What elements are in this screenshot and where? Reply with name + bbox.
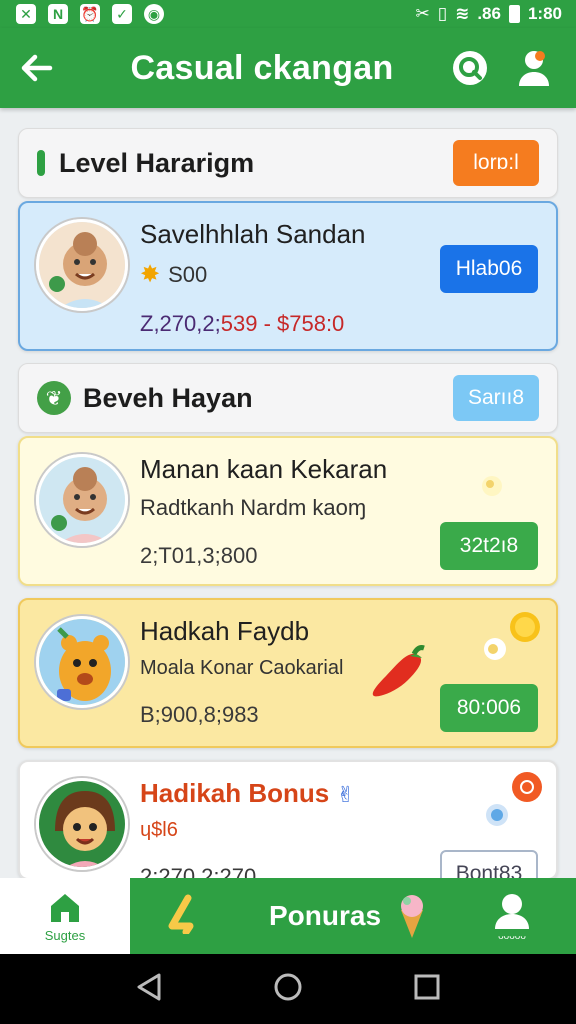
system-nav-bar <box>0 954 576 1024</box>
stats-left: Z,270,2; <box>140 311 221 336</box>
puzzle-icon: ✸ <box>140 261 161 288</box>
app-bar: Casual ckangan <box>0 28 576 108</box>
mute-icon: ✂ <box>415 4 430 23</box>
signal-text: .86 <box>477 4 501 23</box>
nav-bonus-label: Ponuras <box>268 900 382 931</box>
item-title-text: Hadikah Bonus <box>140 778 330 808</box>
alarm-icon: ⏰ <box>80 4 100 24</box>
lightning-icon[interactable] <box>166 894 206 939</box>
globe-icon: ◉ <box>144 4 164 24</box>
item-title: Hadikah Bonus ✌ <box>140 778 540 809</box>
item-stats: Z,270,2;539 - $758:0 <box>140 311 540 337</box>
ice-cream-icon <box>401 895 424 938</box>
avatar <box>36 616 128 708</box>
section-title: Level Hararigm <box>59 147 255 178</box>
sparkle-icon <box>482 636 508 667</box>
square-recents-icon <box>414 974 440 999</box>
x-box-icon: ✕ <box>16 4 36 24</box>
triangle-back-icon <box>137 973 161 1000</box>
item-action-button[interactable]: Hlab06 <box>440 245 538 293</box>
nav-recents-button[interactable] <box>413 973 441 1006</box>
list-item[interactable]: Savelhhlah Sandan ✸ S00 Z,270,2;539 - $7… <box>18 201 558 351</box>
item-action-button[interactable]: 32t2ı8 <box>440 522 538 570</box>
circle-home-icon <box>274 973 302 1000</box>
coin-icon <box>508 610 542 649</box>
battery-icon <box>508 5 520 23</box>
search-button[interactable] <box>450 48 490 88</box>
coin-value: S00 <box>168 261 208 287</box>
avatar <box>36 454 128 546</box>
nav-home-label: Sugtes <box>44 927 86 943</box>
system-indicators: ✂ ▯ ≋ .86 1:80 <box>415 4 562 24</box>
nav-bonus[interactable]: Ponuras <box>269 892 429 940</box>
section-marker <box>37 150 45 176</box>
nav-profile[interactable]: ᴗᴗᴗᴗᴗ <box>492 891 532 942</box>
back-button[interactable] <box>0 28 74 108</box>
profile-button[interactable] <box>514 48 554 88</box>
thumbs-icon: ✌ <box>336 782 355 807</box>
back-arrow-icon <box>21 54 53 82</box>
clock: 1:80 <box>527 4 562 23</box>
item-title: Hadkah Faydb <box>140 616 310 646</box>
nav-back-button[interactable] <box>135 972 163 1007</box>
check-badge-icon <box>484 802 510 833</box>
app-title: Casual ckangan <box>130 48 394 87</box>
avatar <box>36 778 128 870</box>
notification-bubble-icon <box>510 770 544 809</box>
nav-home[interactable]: Sugtes <box>0 878 130 954</box>
shield-icon: ✓ <box>112 4 132 24</box>
section-badge[interactable]: Sarıı8 <box>453 375 539 421</box>
phone-icon: ▯ <box>437 4 448 23</box>
sparkle-icon <box>478 472 506 505</box>
status-bar: ✕ N ⏰ ✓ ◉ ✂ ▯ ≋ .86 1:80 <box>0 0 576 28</box>
wifi-icon: ≋ <box>455 4 470 23</box>
list-item[interactable]: Hadikah Bonus ✌ ɥ$l6 2;270,2;270 Bont83 <box>18 760 558 898</box>
n-box-icon: N <box>48 4 68 24</box>
content-list: Level Hararigm lorɒ:l Savelhhlah Sandan … <box>18 128 558 898</box>
home-icon <box>51 893 79 922</box>
list-item[interactable]: Manan kaan Kekaran Radtkanh Nardm kaoɱ 2… <box>18 436 558 586</box>
profile-icon <box>519 51 549 86</box>
stats-price: - $758:0 <box>263 311 345 336</box>
avatar <box>36 219 128 311</box>
search-icon <box>453 51 487 85</box>
list-item[interactable]: Hadkah Faydb Moala Konar Caokarial B;900… <box>18 598 558 748</box>
notification-icons: ✕ N ⏰ ✓ ◉ <box>16 4 164 24</box>
stats-mid: 539 <box>220 311 258 336</box>
nav-home-button[interactable] <box>273 972 303 1007</box>
section-header-level: Level Hararigm lorɒ:l <box>18 128 558 198</box>
section-title: Beveh Hayan <box>83 382 253 413</box>
item-subtitle: Moala Konar Caokarial <box>140 657 344 679</box>
item-action-button[interactable]: 80:006 <box>440 684 538 732</box>
nav-profile-label: ᴗᴗᴗᴗᴗ <box>498 930 526 942</box>
section-badge[interactable]: lorɒ:l <box>453 140 539 186</box>
user-icon <box>495 893 529 929</box>
item-subtitle: ɥ$l6 <box>140 819 178 841</box>
leaf-icon: ❦ <box>37 381 71 415</box>
section-header-beveh: ❦ Beveh Hayan Sarıı8 <box>18 363 558 433</box>
chili-pepper-icon <box>366 644 428 705</box>
bottom-nav: Sugtes Ponuras ᴗᴗᴗᴗᴗ <box>0 878 576 954</box>
